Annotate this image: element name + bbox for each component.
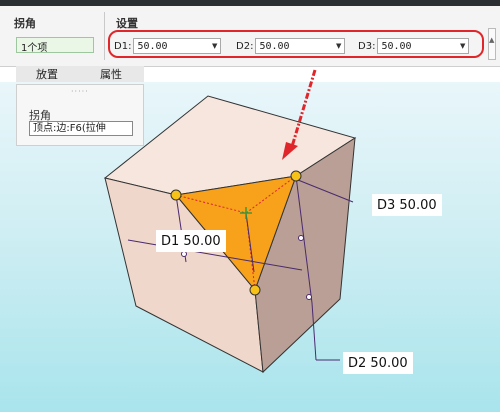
d1-dimension-label[interactable]: D1 50.00 xyxy=(156,230,226,252)
vertex-handle[interactable] xyxy=(170,189,182,201)
d2-dimension-label[interactable]: D2 50.00 xyxy=(343,352,413,374)
vertex-handle[interactable] xyxy=(290,170,302,182)
d2-drag-handle[interactable] xyxy=(306,294,312,300)
vertex-handle[interactable] xyxy=(249,284,261,296)
d3-drag-handle[interactable] xyxy=(298,235,304,241)
d3-dimension-label[interactable]: D3 50.00 xyxy=(372,194,442,216)
d1-drag-handle[interactable] xyxy=(181,251,187,257)
